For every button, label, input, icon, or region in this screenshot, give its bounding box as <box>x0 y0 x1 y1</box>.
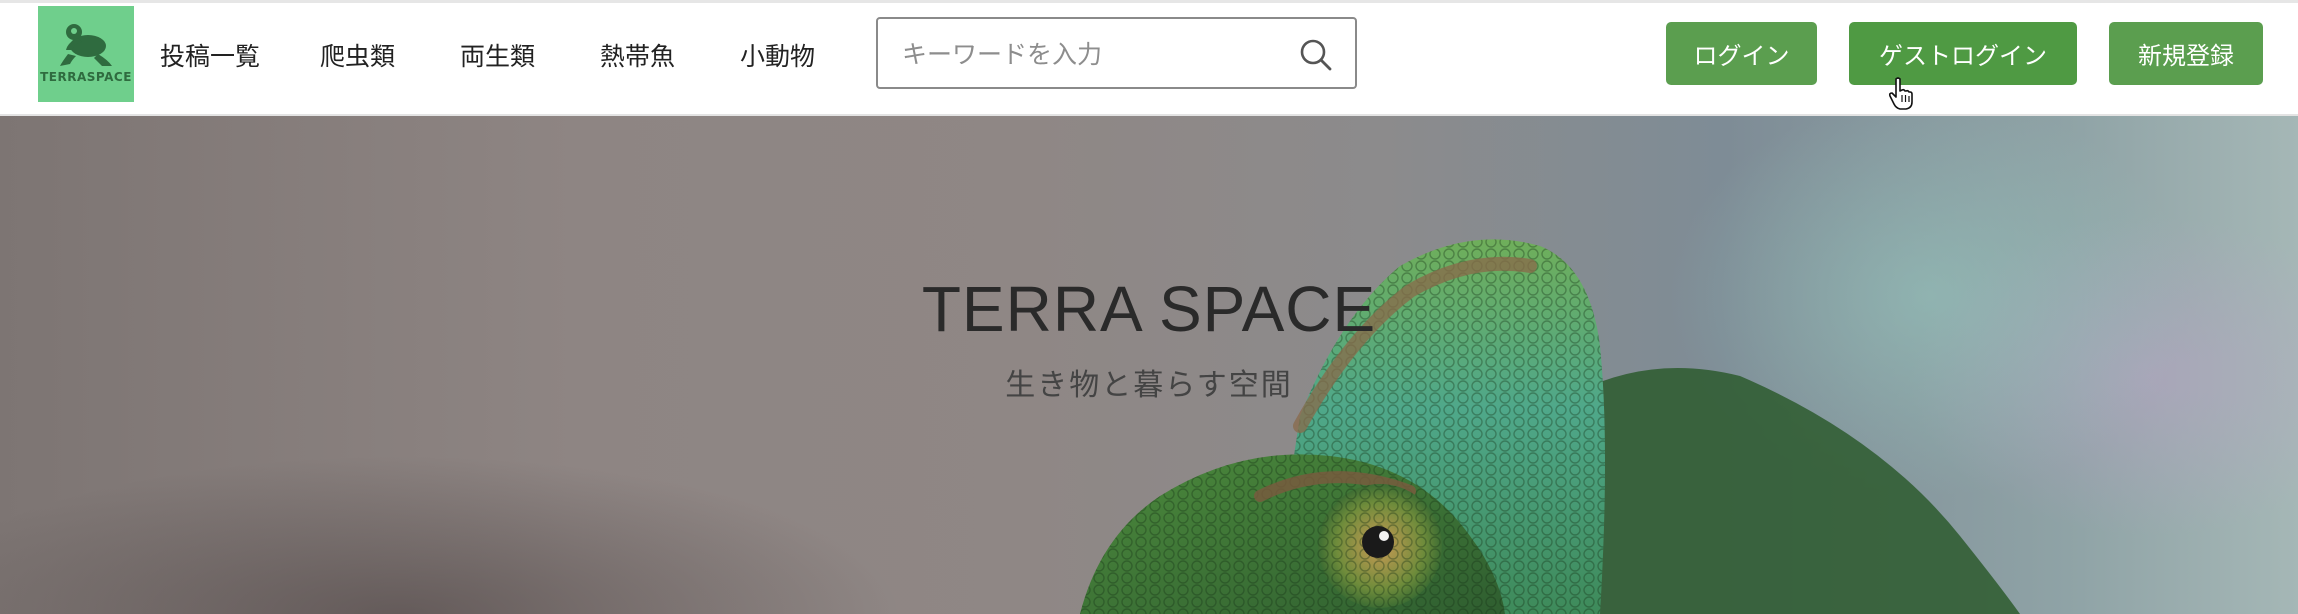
search-icon[interactable] <box>1299 38 1333 76</box>
guest-login-button[interactable]: ゲストログイン <box>1849 22 2077 85</box>
register-button[interactable]: 新規登録 <box>2109 22 2263 85</box>
frog-icon <box>60 24 112 66</box>
nav-posts[interactable]: 投稿一覧 <box>160 37 260 73</box>
hero-banner: TERRA SPACE 生き物と暮らす空間 <box>0 116 2298 614</box>
nav-tropical-fish[interactable]: 熱帯魚 <box>600 37 675 73</box>
nav-small-animals[interactable]: 小動物 <box>740 37 815 73</box>
login-button[interactable]: ログイン <box>1666 22 1817 85</box>
hero-title: TERRA SPACE <box>921 273 1377 345</box>
hand-pointer-icon <box>1888 77 1916 115</box>
search-box <box>876 17 1357 89</box>
search-input[interactable] <box>900 35 1284 73</box>
logo-text: TERRASPACE <box>40 70 132 84</box>
hero-subtitle: 生き物と暮らす空間 <box>1005 368 1293 403</box>
navbar: TERRASPACE 投稿一覧 爬虫類 両生類 熱帯魚 小動物 ログイン ゲスト… <box>0 3 2298 116</box>
site-logo[interactable]: TERRASPACE <box>38 6 134 102</box>
nav-reptiles[interactable]: 爬虫類 <box>320 37 395 73</box>
nav-amphibians[interactable]: 両生類 <box>460 37 535 73</box>
